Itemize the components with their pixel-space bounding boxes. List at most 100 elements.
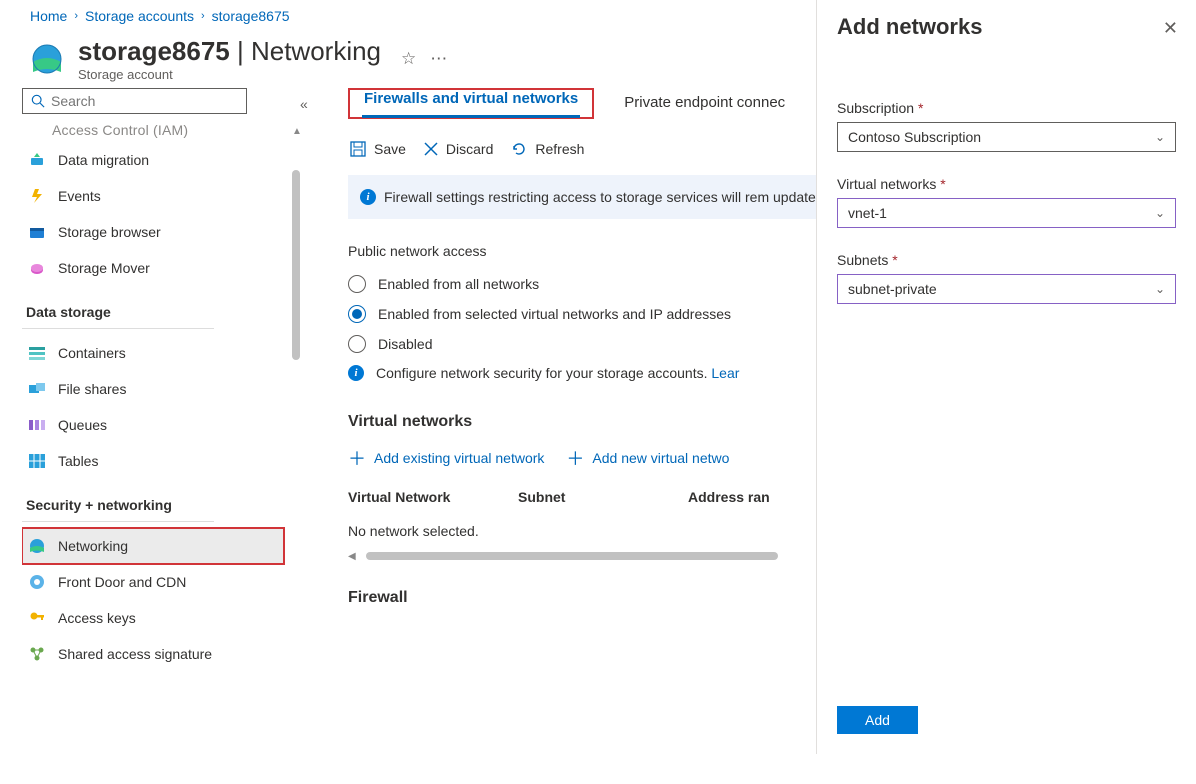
crumb-current[interactable]: storage8675 <box>212 8 290 24</box>
radio-icon <box>348 335 366 353</box>
sidebar-item-sas[interactable]: Shared access signature <box>22 636 284 672</box>
sidebar-nav: Access Control (IAM) Data migration Even… <box>22 120 300 784</box>
sidebar-item-label: Queues <box>58 417 107 433</box>
link-label: Add existing virtual network <box>374 450 544 466</box>
chevron-down-icon: ⌄ <box>1155 130 1165 144</box>
close-panel-button[interactable]: ✕ <box>1163 18 1178 39</box>
subnets-label: Subnets * <box>837 252 1176 268</box>
sidebar-item-label: Storage browser <box>58 224 161 240</box>
sidebar-item-networking[interactable]: Networking <box>22 528 284 564</box>
key-icon <box>28 609 46 627</box>
sidebar-item-queues[interactable]: Queues <box>22 407 284 443</box>
sidebar: « Access Control (IAM) Data migration Ev… <box>0 82 300 746</box>
sidebar-group-security-networking: Security + networking <box>22 479 284 517</box>
search-icon <box>31 94 45 108</box>
queues-icon <box>28 416 46 434</box>
column-virtual-network: Virtual Network <box>348 489 518 505</box>
star-icon[interactable]: ☆ <box>401 49 416 69</box>
chevron-right-icon: › <box>201 10 205 22</box>
resource-type-label: Storage account <box>78 67 381 82</box>
front-door-icon <box>28 573 46 591</box>
search-input[interactable] <box>51 93 238 109</box>
sidebar-scrollbar-thumb[interactable] <box>292 170 300 360</box>
sidebar-item-label: Storage Mover <box>58 260 150 276</box>
toolbar-label: Discard <box>446 141 493 157</box>
sidebar-item-containers[interactable]: Containers <box>22 335 284 371</box>
subnets-dropdown[interactable]: subnet-private ⌄ <box>837 274 1176 304</box>
sidebar-item-label: Access keys <box>58 610 136 626</box>
plus-icon: ＋ <box>566 445 584 471</box>
refresh-button[interactable]: Refresh <box>511 141 584 157</box>
page-title: storage8675 | Networking <box>78 36 381 67</box>
sidebar-group-data-storage: Data storage <box>22 286 284 324</box>
chevron-down-icon: ⌄ <box>1155 282 1165 296</box>
horizontal-scrollbar-thumb[interactable] <box>366 552 778 560</box>
close-icon <box>424 142 438 156</box>
containers-icon <box>28 344 46 362</box>
sidebar-item-access-keys[interactable]: Access keys <box>22 600 284 636</box>
resource-section: Networking <box>251 36 381 66</box>
plus-icon: ＋ <box>348 445 366 471</box>
sidebar-item-label: Data migration <box>58 152 149 168</box>
resource-name: storage8675 <box>78 36 230 66</box>
virtual-networks-dropdown[interactable]: vnet-1 ⌄ <box>837 198 1176 228</box>
add-new-vnet-button[interactable]: ＋ Add new virtual netwo <box>566 445 729 471</box>
sidebar-item-label: Front Door and CDN <box>58 574 186 590</box>
add-button[interactable]: Add <box>837 706 918 734</box>
save-button[interactable]: Save <box>350 141 406 157</box>
crumb-home[interactable]: Home <box>30 8 67 24</box>
sidebar-item-label: Events <box>58 188 101 204</box>
add-networks-panel: Add networks ✕ Subscription * Contoso Su… <box>816 0 1196 754</box>
chevron-down-icon: ⌄ <box>1155 206 1165 220</box>
hint-text: Configure network security for your stor… <box>376 365 711 381</box>
radio-label: Enabled from all networks <box>378 276 539 292</box>
radio-icon <box>348 275 366 293</box>
toolbar-label: Save <box>374 141 406 157</box>
dropdown-value: vnet-1 <box>848 205 887 221</box>
learn-more-link[interactable]: Lear <box>711 365 739 381</box>
sidebar-item-label: Tables <box>58 453 98 469</box>
sidebar-search[interactable] <box>22 88 247 114</box>
sidebar-item-storage-browser[interactable]: Storage browser <box>22 214 284 250</box>
sidebar-item-label: File shares <box>58 381 126 397</box>
link-label: Add new virtual netwo <box>592 450 729 466</box>
sidebar-item-label: Shared access signature <box>58 646 212 662</box>
radio-label: Enabled from selected virtual networks a… <box>378 306 731 322</box>
subscription-label: Subscription * <box>837 100 1176 116</box>
crumb-storage-accounts[interactable]: Storage accounts <box>85 8 194 24</box>
sidebar-item-storage-mover[interactable]: Storage Mover <box>22 250 284 286</box>
sidebar-item-file-shares[interactable]: File shares <box>22 371 284 407</box>
tab-private-endpoints[interactable]: Private endpoint connec <box>622 88 787 119</box>
dropdown-value: Contoso Subscription <box>848 129 981 145</box>
globe-icon <box>28 537 46 555</box>
dropdown-value: subnet-private <box>848 281 937 297</box>
virtual-networks-label: Virtual networks * <box>837 176 1176 192</box>
tables-icon <box>28 452 46 470</box>
toolbar-label: Refresh <box>535 141 584 157</box>
globe-networking-icon <box>30 42 64 76</box>
sidebar-item-events[interactable]: Events <box>22 178 284 214</box>
radio-label: Disabled <box>378 336 432 352</box>
refresh-icon <box>511 141 527 157</box>
sidebar-item-tables[interactable]: Tables <box>22 443 284 479</box>
sidebar-item-cutoff[interactable]: Access Control (IAM) <box>22 120 284 142</box>
discard-button[interactable]: Discard <box>424 141 493 157</box>
horizontal-scrollbar[interactable]: ◀ <box>348 549 778 563</box>
scroll-left-icon[interactable]: ◀ <box>348 551 356 562</box>
sidebar-item-label: Networking <box>58 538 128 554</box>
radio-icon <box>348 305 366 323</box>
subscription-dropdown[interactable]: Contoso Subscription ⌄ <box>837 122 1176 152</box>
add-existing-vnet-button[interactable]: ＋ Add existing virtual network <box>348 445 544 471</box>
migration-icon <box>28 151 46 169</box>
more-icon[interactable]: ⋯ <box>430 49 447 69</box>
file-shares-icon <box>28 380 46 398</box>
tab-firewalls[interactable]: Firewalls and virtual networks <box>362 84 580 118</box>
chevron-right-icon: › <box>74 10 78 22</box>
sidebar-item-label: Containers <box>58 345 126 361</box>
mover-icon <box>28 259 46 277</box>
sidebar-item-front-door[interactable]: Front Door and CDN <box>22 564 284 600</box>
divider <box>22 521 214 522</box>
column-subnet: Subnet <box>518 489 688 505</box>
sidebar-item-data-migration[interactable]: Data migration <box>22 142 284 178</box>
shared-access-icon <box>28 645 46 663</box>
